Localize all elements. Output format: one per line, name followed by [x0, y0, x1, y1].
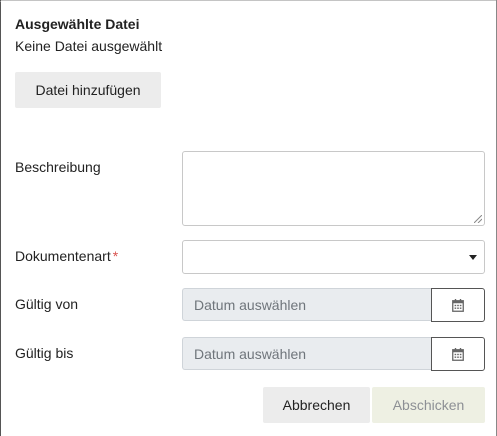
valid-to-label: Gültig bis: [15, 345, 74, 361]
valid-from-label: Gültig von: [15, 296, 79, 312]
add-file-button[interactable]: Datei hinzufügen: [15, 72, 161, 108]
window-border-top: [0, 0, 497, 2]
calendar-icon: [452, 347, 464, 361]
valid-from-input[interactable]: Datum auswählen: [182, 288, 432, 321]
valid-from-calendar-button[interactable]: [431, 288, 485, 322]
valid-to-input[interactable]: Datum auswählen: [182, 337, 432, 370]
resize-grip-icon[interactable]: [474, 215, 482, 223]
window-border-left: [0, 0, 1, 436]
doctype-label-text: Dokumentenart: [15, 248, 111, 264]
selected-file-value: Keine Datei ausgewählt: [15, 38, 163, 54]
submit-button[interactable]: Abschicken: [372, 387, 485, 423]
description-textarea[interactable]: [182, 151, 485, 226]
doctype-label: Dokumentenart *: [15, 248, 118, 264]
description-label: Beschreibung: [15, 159, 101, 175]
doctype-select[interactable]: [182, 240, 485, 274]
chevron-down-icon: [469, 255, 477, 260]
selected-file-title: Ausgewählte Datei: [15, 16, 140, 32]
valid-to-calendar-button[interactable]: [431, 337, 485, 371]
required-asterisk: *: [112, 248, 119, 264]
calendar-icon: [452, 298, 464, 312]
cancel-button[interactable]: Abbrechen: [263, 387, 370, 423]
